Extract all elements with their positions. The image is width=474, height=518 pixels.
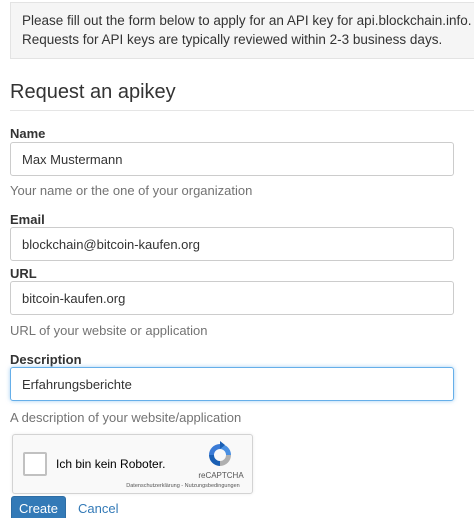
email-label: Email xyxy=(10,212,45,227)
recaptcha-logo-icon xyxy=(209,441,231,466)
info-box: Please fill out the form below to apply … xyxy=(10,2,474,59)
url-help: URL of your website or application xyxy=(10,323,208,338)
url-input[interactable] xyxy=(10,281,454,315)
name-input[interactable] xyxy=(10,142,454,176)
description-label: Description xyxy=(10,352,82,367)
email-input[interactable] xyxy=(10,227,454,261)
info-line-1: Please fill out the form below to apply … xyxy=(22,13,472,28)
description-input[interactable] xyxy=(10,367,454,401)
recaptcha-widget: Ich bin kein Roboter. reCAPTCHA Datensch… xyxy=(12,434,253,494)
create-button[interactable]: Create xyxy=(11,496,66,518)
info-line-2: Requests for API keys are typically revi… xyxy=(22,32,443,47)
recaptcha-links[interactable]: Datenschutzerklärung - Nutzungsbedingung… xyxy=(113,483,253,489)
form-legend: Request an apikey xyxy=(10,81,176,103)
recaptcha-checkbox[interactable] xyxy=(23,452,47,476)
recaptcha-brand: reCAPTCHA xyxy=(198,471,244,480)
url-label: URL xyxy=(10,266,37,281)
recaptcha-label: Ich bin kein Roboter. xyxy=(56,457,166,471)
description-help: A description of your website/applicatio… xyxy=(10,410,242,425)
name-label: Name xyxy=(10,126,46,141)
legend-divider xyxy=(10,110,474,111)
name-help: Your name or the one of your organizatio… xyxy=(10,183,253,198)
cancel-link[interactable]: Cancel xyxy=(78,501,118,516)
